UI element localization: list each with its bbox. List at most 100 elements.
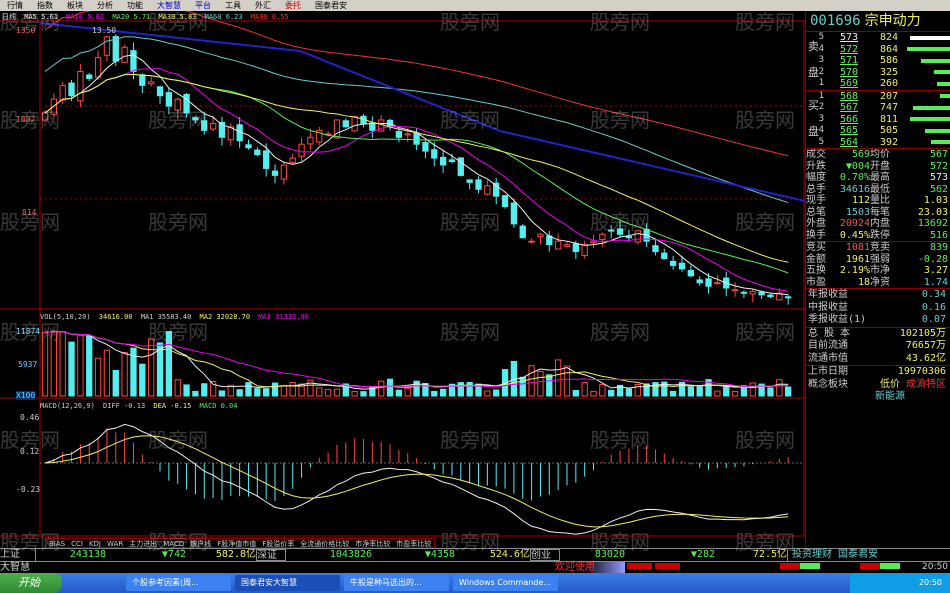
vol-ma20-line (44, 331, 789, 388)
stock-code: 001696 (810, 13, 861, 29)
volume-bar (112, 369, 119, 397)
buy-label-2: 盘 (808, 124, 819, 138)
price: 568 (839, 90, 858, 102)
indicator-tab[interactable]: 市盈率比较 (393, 539, 434, 548)
volume: 811 (879, 113, 898, 125)
candle-body (245, 144, 252, 149)
menu-item[interactable]: 工具 (218, 0, 248, 11)
volume-bar (316, 387, 323, 397)
candle-body (174, 98, 181, 111)
indicator-tab[interactable]: F股溢价率 (259, 539, 297, 548)
volume-bar (360, 391, 367, 397)
volume-bar (563, 365, 571, 397)
info-value: 102105万 (899, 327, 946, 339)
menu-item[interactable]: 行情 (0, 0, 30, 11)
buy-row: 2 567 747 (806, 102, 950, 114)
menu-item[interactable]: 功能 (120, 0, 150, 11)
stat-row: 外盘 20924 内盘 13692 (806, 218, 950, 230)
menu-item[interactable]: 国泰君安 (308, 0, 354, 11)
sh-amount: 582.8亿 (215, 549, 256, 560)
sell-row: 3 571 586 (806, 55, 950, 67)
stat-label: 总手 (806, 183, 826, 195)
task-ie[interactable]: 个股参考因素(周... (126, 575, 231, 591)
volume-bar (245, 382, 252, 397)
stat-label-2: 最低 (870, 183, 890, 195)
stock-name: 宗申动力 (864, 13, 921, 29)
candle-body (254, 149, 261, 156)
concept-1[interactable]: 低价 (880, 379, 906, 392)
candle-body (634, 230, 641, 243)
menu-item[interactable]: 委托 (278, 0, 308, 11)
concept-label: 概念板块 (808, 378, 848, 390)
volume-bar (669, 390, 677, 397)
stat-row: 换手 0.45% 跌停 516 (806, 230, 950, 242)
indicator-tabs: BIAS CCI KDJ WAR 主力进出 MACD 散户线 F股净值市值 F股溢价率 全流通价格… (45, 538, 436, 548)
stat-value: 1081 (845, 242, 870, 253)
volume-bar (50, 330, 58, 397)
price: 572 (839, 43, 858, 55)
sh-label: 上证 (0, 549, 36, 561)
volume-bar (457, 382, 464, 397)
menu-item[interactable]: 板块 (60, 0, 90, 11)
indicator-tab[interactable]: 市净率比较 (352, 539, 393, 548)
candle-body (784, 296, 792, 299)
volume-bar (413, 380, 420, 397)
quote-stats-2: 竞买 1081 竞卖 839 金额 1961 强弱 -0.28 五换 2.19% 市净 3.27 市盈 1… (806, 242, 950, 289)
candle-body (263, 150, 270, 169)
volume-bar (907, 47, 950, 52)
indicator-tab[interactable]: 全流通价格比较 (297, 539, 352, 548)
vol-ma2: MA2 32028.70 (199, 313, 251, 321)
indicator-tab[interactable]: 散户线 (187, 539, 214, 548)
app-label: 大智慧 (0, 562, 30, 573)
candle-body (528, 240, 535, 243)
indicator-tab[interactable]: MACD (160, 539, 187, 548)
stat-label: 幅度 (806, 172, 826, 183)
volume-bar (930, 140, 950, 145)
start-button[interactable]: 开始 (0, 573, 62, 593)
stat-value: ▼004 (845, 160, 870, 172)
indicator-tab[interactable]: 主力进出 (126, 539, 160, 548)
task-cmd[interactable]: Windows Commande... (453, 575, 558, 591)
volume: 824 (879, 32, 898, 44)
candle-body (271, 170, 279, 176)
volume-bar (192, 390, 199, 397)
volume-bar (933, 70, 950, 75)
stat-value: 1961 (845, 253, 870, 265)
task-dzh[interactable]: 国泰君安大智慧 (235, 575, 340, 591)
menu-item[interactable]: 指数 (30, 0, 60, 11)
quote-stats: 成交 569 均价 567 升跌 ▼004 开盘 572 幅度 0.70% 最高 573 总手 34616… (806, 149, 950, 242)
stat-label: 市盈 (806, 276, 826, 288)
kline-chart[interactable]: 日线 MA5 5.61 MA10 5.62 MA20 5.71 MA30 5.8… (0, 11, 805, 548)
vol-value: 34616.00 (98, 313, 133, 321)
shares: 总 股 本 102105万 目前流通 76657万 流通市值 43.62亿 (806, 327, 950, 366)
indicator-tab[interactable]: BIAS (46, 539, 68, 548)
volume: 392 (879, 136, 898, 148)
advert-link[interactable]: 投资理财 国泰君安 (787, 549, 878, 561)
indicator-tab[interactable]: WAR (104, 539, 126, 548)
indicator-tab[interactable]: KDJ (86, 539, 104, 548)
cy-change: ▼282 (690, 549, 715, 560)
stat-label: 外盘 (806, 218, 826, 229)
task-doc[interactable]: 牛股是种马选出的... (344, 575, 449, 591)
status-time: 20:50 (922, 562, 948, 572)
indicator-tab[interactable]: CCI (68, 539, 86, 548)
stat-label-2: 均价 (870, 149, 890, 160)
menu-bar: 行情 指数 板块 分析 功能 大智慧 平台 工具 外汇 委托 国泰君安 (0, 0, 950, 11)
volume-bar (909, 35, 950, 40)
concept-2[interactable]: 成渝特区 (906, 379, 950, 392)
menu-item[interactable]: 分析 (90, 0, 120, 11)
sell-row: 5 573 824 (806, 32, 950, 44)
menu-item[interactable]: 大智慧 (150, 0, 188, 11)
chart-canvas[interactable] (0, 11, 805, 548)
volume-bar (94, 357, 102, 397)
concept-3[interactable]: 新能源 (875, 391, 950, 404)
stat-label: 总笔 (806, 206, 826, 218)
candle-body (103, 36, 111, 56)
menu-item[interactable]: 外汇 (248, 0, 278, 11)
volume: 586 (879, 55, 898, 67)
stat-row: 市盈 18 净资 1.74 (806, 277, 950, 289)
volume-bar (289, 381, 296, 397)
indicator-tab[interactable]: F股净值市值 (214, 539, 259, 548)
menu-item[interactable]: 平台 (188, 0, 218, 11)
vol-ma3: MA3 31332.90 (258, 313, 309, 321)
